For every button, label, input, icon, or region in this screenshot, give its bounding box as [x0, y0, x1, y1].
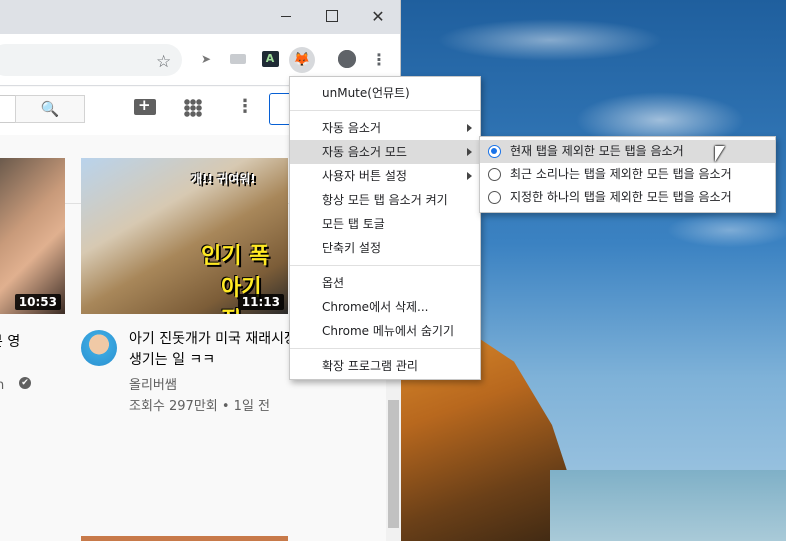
submenu-option-current-tab[interactable]: 현재 탭을 제외한 모든 탭을 음소거 — [480, 140, 775, 163]
thumbnail-caption: 개!! 귀여워! — [191, 172, 256, 186]
submenu-arrow-icon — [467, 148, 472, 156]
cursor-extension-icon[interactable]: ➤ — [195, 48, 217, 70]
radio-unselected-icon[interactable] — [488, 191, 501, 204]
menu-item-label: 사용자 버튼 설정 — [322, 169, 407, 183]
maximize-button[interactable] — [309, 0, 355, 32]
menu-item-label: 자동 음소거 — [322, 121, 382, 135]
extension-context-menu: unMute(언뮤트) 자동 음소거 자동 음소거 모드 사용자 버튼 설정 항… — [289, 76, 481, 380]
submenu-option-label: 최근 소리나는 탭을 제외한 모든 탭을 음소거 — [510, 167, 732, 181]
channel-avatar[interactable] — [81, 330, 117, 366]
apps-grid-icon[interactable] — [184, 99, 202, 117]
wallpaper-sea — [550, 470, 786, 541]
menu-item-manage-extensions[interactable]: 확장 프로그램 관리 — [290, 354, 480, 378]
chrome-menu-icon[interactable]: ⋮ — [368, 48, 390, 70]
menu-item-remove[interactable]: Chrome에서 삭제... — [290, 295, 480, 319]
menu-item-auto-mute-mode[interactable]: 자동 음소거 모드 — [290, 140, 480, 164]
next-video-thumbnail[interactable] — [81, 536, 288, 541]
video-thumbnail[interactable]: 10:53 — [0, 158, 65, 314]
menu-item-always-mute[interactable]: 항상 모든 탭 음소거 켜기 — [290, 188, 480, 212]
video-duration: 11:13 — [237, 294, 284, 310]
submenu-option-recent-tab[interactable]: 최근 소리나는 탭을 제외한 모든 탭을 음소거 — [480, 163, 775, 186]
youtube-search-input[interactable] — [0, 95, 16, 123]
unmute-extension-icon[interactable]: 🦊 — [289, 47, 315, 73]
submenu-arrow-icon — [467, 172, 472, 180]
submenu-option-label: 현재 탭을 제외한 모든 탭을 음소거 — [510, 144, 684, 158]
video-title[interactable]: 본 영 — [0, 331, 20, 351]
menu-separator — [290, 110, 480, 111]
channel-name[interactable]: 올리버쌤 — [129, 374, 177, 393]
menu-item-shortcuts[interactable]: 단축키 설정 — [290, 236, 480, 260]
title-bar: ✕ — [0, 0, 400, 34]
create-video-icon[interactable] — [134, 96, 156, 115]
thumbnail-text: 인기 폭 — [201, 244, 270, 269]
close-button[interactable]: ✕ — [355, 0, 400, 32]
menu-item-header[interactable]: unMute(언뮤트) — [290, 81, 480, 105]
sign-in-button[interactable] — [269, 93, 289, 125]
channel-name[interactable]: an — [0, 378, 4, 393]
menu-item-label: 자동 음소거 모드 — [322, 145, 407, 159]
menu-item-toggle-all[interactable]: 모든 탭 토글 — [290, 212, 480, 236]
menu-item-user-button[interactable]: 사용자 버튼 설정 — [290, 164, 480, 188]
scrollbar-thumb[interactable] — [388, 400, 399, 528]
radio-unselected-icon[interactable] — [488, 168, 501, 181]
video-duration: 10:53 — [14, 294, 61, 310]
menu-separator — [290, 265, 480, 266]
submenu-arrow-icon — [467, 124, 472, 132]
video-thumbnail[interactable]: 개!! 귀여워! 인기 폭 아기 진 11:13 — [81, 158, 288, 314]
address-bar[interactable] — [0, 44, 182, 76]
menu-item-hide[interactable]: Chrome 메뉴에서 숨기기 — [290, 319, 480, 343]
more-options-icon[interactable]: ⋮ — [236, 96, 254, 117]
verified-icon: ✔ — [19, 377, 31, 389]
minimize-button[interactable] — [263, 0, 309, 32]
submenu-option-label: 지정한 하나의 탭을 제외한 모든 탭을 음소거 — [510, 190, 732, 204]
auto-mute-mode-submenu: 현재 탭을 제외한 모든 탭을 음소거 최근 소리나는 탭을 제외한 모든 탭을… — [479, 136, 776, 213]
menu-item-auto-mute[interactable]: 자동 음소거 — [290, 116, 480, 140]
profile-avatar-icon[interactable] — [336, 48, 358, 70]
search-icon: 🔍 — [40, 100, 60, 118]
mouse-cursor-icon — [715, 146, 725, 162]
video-meta: 조회수 297만회 • 1일 전 — [129, 399, 271, 414]
menu-item-options[interactable]: 옵션 — [290, 271, 480, 295]
menu-separator — [290, 348, 480, 349]
bookmark-star-icon[interactable]: ☆ — [156, 52, 171, 72]
youtube-search-button[interactable]: 🔍 — [15, 95, 85, 123]
grey-extension-icon[interactable] — [227, 48, 249, 70]
font-extension-icon[interactable] — [259, 48, 281, 70]
radio-selected-icon[interactable] — [488, 145, 501, 158]
submenu-option-specified-tab[interactable]: 지정한 하나의 탭을 제외한 모든 탭을 음소거 — [480, 186, 775, 209]
